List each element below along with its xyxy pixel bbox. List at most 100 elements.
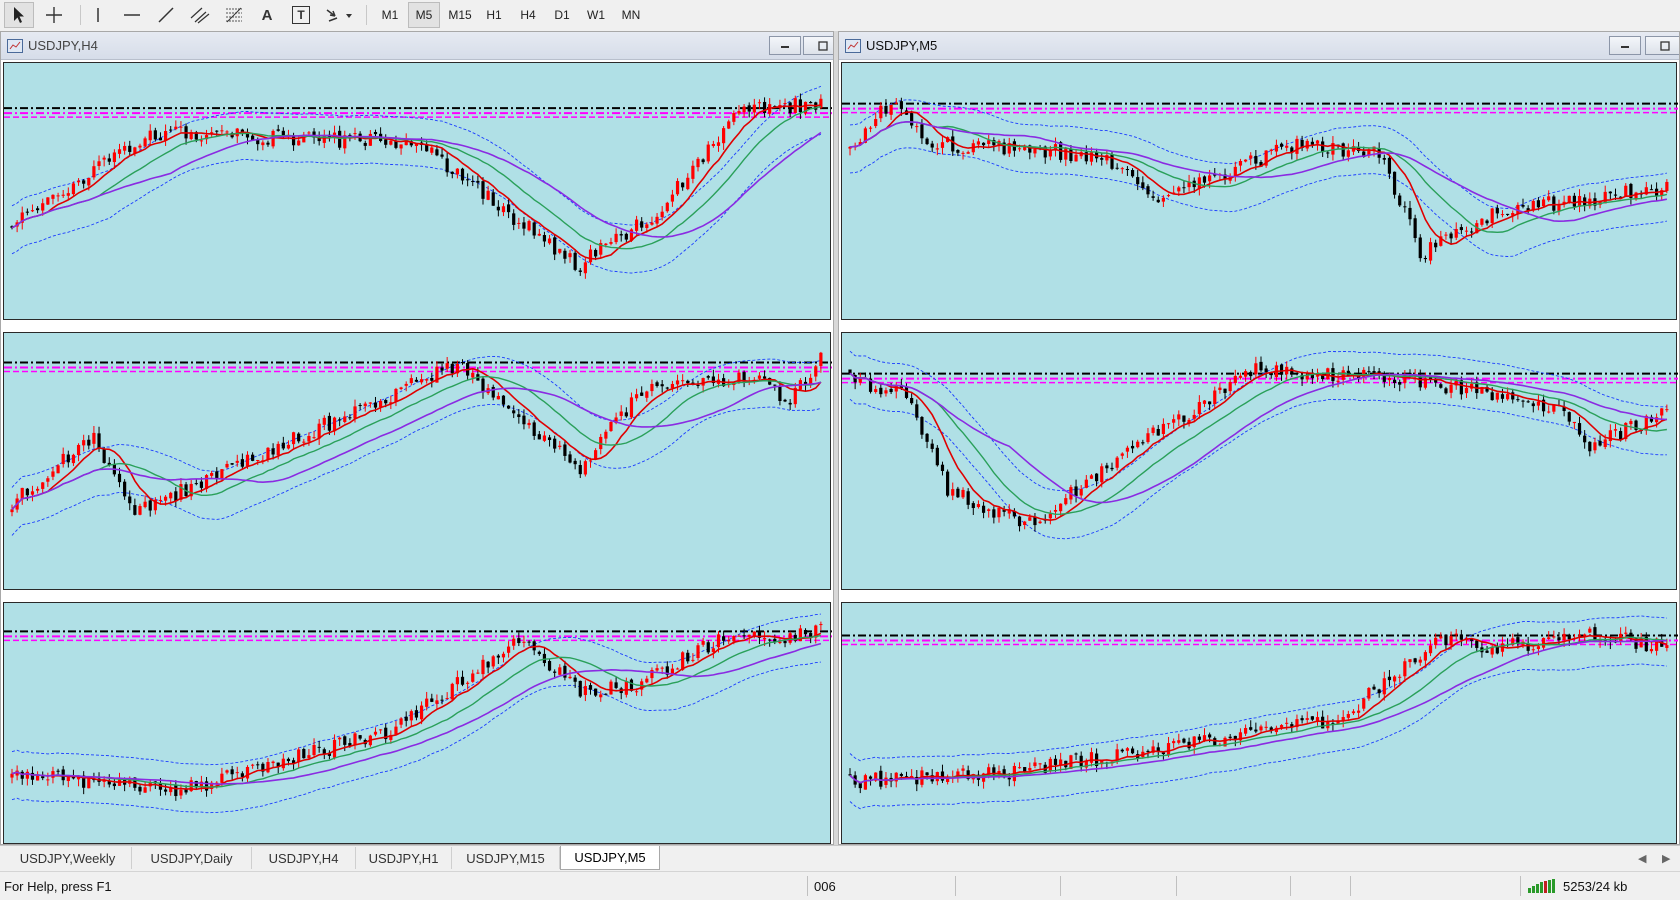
candle-body	[455, 168, 459, 175]
candle-body	[210, 473, 214, 476]
candle-body	[71, 454, 76, 464]
candle-body	[414, 379, 419, 382]
candle-body	[1608, 191, 1612, 194]
tab-usdjpy-weekly[interactable]: USDJPY,Weekly	[4, 847, 132, 869]
tab-usdjpy-m5[interactable]: USDJPY,M5	[560, 846, 660, 870]
chart-pane[interactable]	[841, 62, 1678, 320]
price-chart[interactable]	[842, 63, 1678, 319]
candle-body	[291, 432, 296, 445]
candle-body	[1249, 372, 1253, 377]
tab-scroll-left-icon[interactable]: ◀	[1638, 852, 1646, 865]
minimize-button[interactable]	[769, 36, 801, 55]
restore-button[interactable]	[803, 36, 833, 55]
tab-scroll-right-icon[interactable]: ▶	[1662, 852, 1670, 865]
candle-body	[814, 366, 818, 377]
chart-pane[interactable]	[841, 602, 1678, 844]
horizontal-line-tool-button[interactable]	[118, 2, 146, 28]
timeframe-m1-button[interactable]: M1	[374, 2, 406, 28]
candle-body	[414, 710, 419, 718]
timeframe-w1-button[interactable]: W1	[580, 2, 612, 28]
candle-body	[1629, 421, 1633, 425]
candle-body	[1392, 379, 1397, 383]
chart-pane[interactable]	[3, 332, 832, 590]
candle-body	[343, 416, 347, 422]
chart-window-left[interactable]: USDJPY,H4	[0, 31, 834, 845]
candle-body	[619, 234, 623, 236]
crosshair-tool-icon	[46, 7, 62, 23]
tab-usdjpy-m15[interactable]: USDJPY,M15	[452, 847, 560, 869]
status-help-text: For Help, press F1	[4, 879, 112, 894]
candle-body	[1562, 633, 1566, 641]
tab-usdjpy-h1[interactable]: USDJPY,H1	[356, 847, 452, 869]
minimize-button[interactable]	[1609, 36, 1641, 55]
chart-window-titlebar[interactable]: USDJPY,H4	[1, 32, 833, 60]
candle-body	[501, 653, 506, 658]
candle-body	[522, 641, 526, 643]
price-chart[interactable]	[4, 603, 832, 843]
candle-body	[10, 773, 14, 778]
candle-body	[1074, 753, 1078, 755]
timeframe-m5-button[interactable]: M5	[408, 2, 440, 28]
candle-body	[1151, 196, 1155, 198]
cursor-tool-button[interactable]	[4, 2, 34, 28]
text-tool-button[interactable]: A	[254, 2, 280, 28]
candle-body	[1182, 415, 1186, 422]
candle-body	[1100, 466, 1104, 483]
candle-body	[1151, 427, 1155, 433]
price-chart[interactable]	[4, 333, 832, 589]
timeframe-h4-button[interactable]: H4	[512, 2, 544, 28]
candle-body	[466, 682, 470, 684]
candle-body	[542, 435, 547, 441]
candle-body	[691, 165, 695, 179]
candle-body	[1403, 206, 1407, 208]
candle-body	[594, 688, 598, 696]
candle-body	[701, 641, 705, 645]
equidistant-channel-tool-button[interactable]	[186, 2, 214, 28]
chart-window-titlebar[interactable]: USDJPY,M5	[839, 32, 1679, 60]
arrows-tool-button[interactable]	[322, 2, 358, 28]
candle-body	[143, 138, 147, 147]
candle-body	[1130, 445, 1135, 449]
restore-button[interactable]	[1645, 36, 1679, 55]
vertical-line-tool-button[interactable]	[86, 2, 110, 28]
candle-body	[1439, 384, 1443, 388]
candle-body	[894, 102, 898, 104]
candle-body	[547, 661, 552, 671]
trend-line-tool-button[interactable]	[152, 2, 180, 28]
tab-usdjpy-daily[interactable]: USDJPY,Daily	[132, 847, 252, 869]
candle-body	[1490, 392, 1494, 401]
tab-usdjpy-h4[interactable]: USDJPY,H4	[252, 847, 356, 869]
candle-body	[655, 668, 659, 671]
candle-body	[1428, 645, 1433, 654]
candle-body	[946, 471, 950, 496]
price-chart[interactable]	[842, 603, 1678, 843]
chart-pane[interactable]	[841, 332, 1678, 590]
candle-body	[1619, 431, 1623, 440]
candle-body	[46, 779, 50, 781]
fibonacci-tool-button[interactable]	[220, 2, 248, 28]
candle-body	[884, 777, 888, 785]
chart-pane[interactable]	[3, 602, 832, 844]
candle-body	[1485, 650, 1489, 653]
chart-pane[interactable]	[3, 62, 832, 320]
candle-body	[925, 433, 929, 442]
candle-body	[1120, 453, 1124, 456]
candle-body	[41, 482, 45, 489]
crosshair-tool-button[interactable]	[40, 2, 68, 28]
candle-body	[609, 242, 613, 244]
timeframe-mn-button[interactable]: MN	[614, 2, 648, 28]
chart-window-icon	[845, 38, 861, 53]
price-chart[interactable]	[4, 63, 832, 319]
price-chart[interactable]	[842, 333, 1678, 589]
timeframe-m15-button[interactable]: M15	[442, 2, 478, 28]
text-label-tool-button[interactable]: T	[288, 2, 314, 28]
chart-window-right[interactable]: USDJPY,M5	[838, 31, 1680, 845]
candle-body	[640, 392, 644, 396]
candle-body	[1541, 637, 1546, 648]
timeframe-d1-button[interactable]: D1	[546, 2, 578, 28]
candle-body	[1146, 433, 1150, 443]
timeframe-h1-button[interactable]: H1	[478, 2, 510, 28]
candle-body	[1500, 394, 1505, 399]
candle-body	[1526, 401, 1530, 403]
candle-body	[1125, 169, 1130, 171]
